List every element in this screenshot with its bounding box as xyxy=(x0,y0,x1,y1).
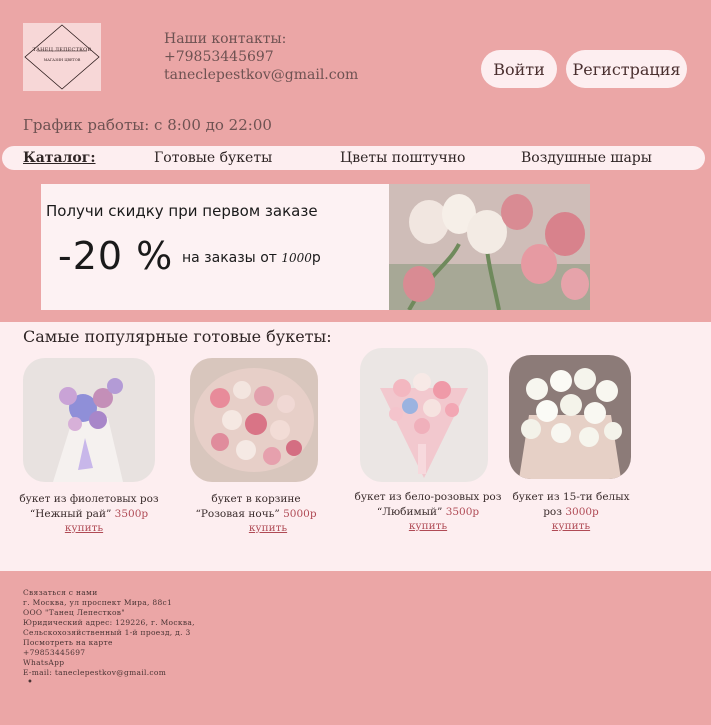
product-title-line1: букет из бело-розовых роз xyxy=(354,491,502,503)
logo-name: ТАНЕЦ ЛЕПЕСТКОВ xyxy=(32,47,92,53)
promo-title: Получи скидку при первом заказе xyxy=(46,202,318,220)
contacts-title: Наши контакты: xyxy=(164,31,287,47)
product-price: 3000р xyxy=(565,506,599,518)
buy-button[interactable]: купить xyxy=(188,522,348,534)
footer-address: г. Москва, ул проспект Мира, 88с1 xyxy=(23,598,173,607)
shop-logo[interactable]: ТАНЕЦ ЛЕПЕСТКОВ МАГАЗИН ЦВЕТОВ xyxy=(23,23,101,91)
product-name: букет из фиолетовых роз “Нежный рай” 350… xyxy=(8,492,170,522)
footer-legal-address-2: Сельскохозяйственный 1-й проезд, д. 3 xyxy=(23,628,191,637)
promo-currency: р xyxy=(311,250,321,266)
product-price: 3500р xyxy=(445,506,480,518)
product-title-line1: букет в корзине xyxy=(211,493,301,505)
promo-amount: 1000 xyxy=(281,251,312,265)
product-price: 5000р xyxy=(283,508,317,520)
product-name: букет из бело-розовых роз “Любимый” 3500… xyxy=(348,490,508,520)
promo-tulips-photo xyxy=(389,184,590,310)
footer-bullet: • xyxy=(27,677,34,688)
login-button[interactable]: Войти xyxy=(481,50,557,88)
contacts-block: Наши контакты: +79853445697 taneclepestk… xyxy=(164,30,358,84)
catalog-title: Каталог: xyxy=(23,150,96,166)
buy-button[interactable]: купить xyxy=(501,520,641,532)
footer-whatsapp[interactable]: WhatsApp xyxy=(23,658,195,668)
product-price: 3500р xyxy=(114,508,149,520)
product-title-line1: букет из 15-ти белых xyxy=(512,491,630,503)
footer-map-link[interactable]: Посмотреть на карте xyxy=(23,638,195,648)
product-image-white-pink-roses[interactable] xyxy=(360,348,488,482)
register-button[interactable]: Регистрация xyxy=(566,50,687,88)
logo-diamond-icon xyxy=(24,24,100,90)
footer-contact-us[interactable]: Связаться с нами xyxy=(23,588,195,598)
product-title-line2: роз 3000р xyxy=(501,505,641,520)
footer-legal-address: Юридический адрес: 129226, г. Москва, xyxy=(23,618,195,627)
catalog-nav: Каталог: Готовые букеты Цветы поштучно В… xyxy=(2,146,705,170)
promo-condition: на заказы от 1000р xyxy=(182,250,321,266)
logo-subtitle: МАГАЗИН ЦВЕТОВ xyxy=(43,58,81,62)
product-title: “Розовая ночь” xyxy=(195,508,280,520)
buy-button[interactable]: купить xyxy=(8,522,160,534)
catalog-item-single-flowers[interactable]: Цветы поштучно xyxy=(340,150,466,166)
contact-email[interactable]: taneclepestkov@gmail.com xyxy=(164,66,358,84)
promo-text-prefix: на заказы от xyxy=(182,250,282,266)
product-title: “Любимый” xyxy=(376,506,443,518)
footer-phone[interactable]: +79853445697 xyxy=(23,648,195,658)
footer: Связаться с нами г. Москва, ул проспект … xyxy=(23,588,195,688)
product-image-purple-roses[interactable] xyxy=(23,358,155,482)
section-title: Самые популярные готовые букеты: xyxy=(23,327,332,346)
contact-phone[interactable]: +79853445697 xyxy=(164,48,358,66)
promo-discount: -20 % xyxy=(58,234,174,278)
product-title-line1: букет из фиолетовых роз xyxy=(19,493,159,505)
product-title-line2: “Розовая ночь” 5000р xyxy=(176,507,336,522)
popular-products-section: Самые популярные готовые букеты: букет и… xyxy=(0,322,711,571)
product-image-white-roses[interactable] xyxy=(509,355,631,479)
product-title-line2: “Любимый” 3500р xyxy=(348,505,508,520)
catalog-item-balloons[interactable]: Воздушные шары xyxy=(521,150,652,166)
product-image-basket-bouquet[interactable] xyxy=(190,358,318,482)
work-schedule: График работы: с 8:00 до 22:00 xyxy=(23,116,272,134)
footer-company: ООО "Танец Лепестков" xyxy=(23,608,126,617)
product-title: роз xyxy=(543,506,562,518)
product-name: букет из 15-ти белых роз 3000р xyxy=(501,490,641,520)
footer-email[interactable]: E-mail: taneclepestkov@gmail.com xyxy=(23,668,195,678)
catalog-item-ready-bouquets[interactable]: Готовые букеты xyxy=(154,150,272,166)
product-name: букет в корзине “Розовая ночь” 5000р xyxy=(176,492,336,522)
promo-banner[interactable]: Получи скидку при первом заказе -20 % на… xyxy=(41,184,590,310)
buy-button[interactable]: купить xyxy=(348,520,508,532)
product-title: “Нежный рай” xyxy=(29,508,112,520)
product-title-line2: “Нежный рай” 3500р xyxy=(8,507,170,522)
